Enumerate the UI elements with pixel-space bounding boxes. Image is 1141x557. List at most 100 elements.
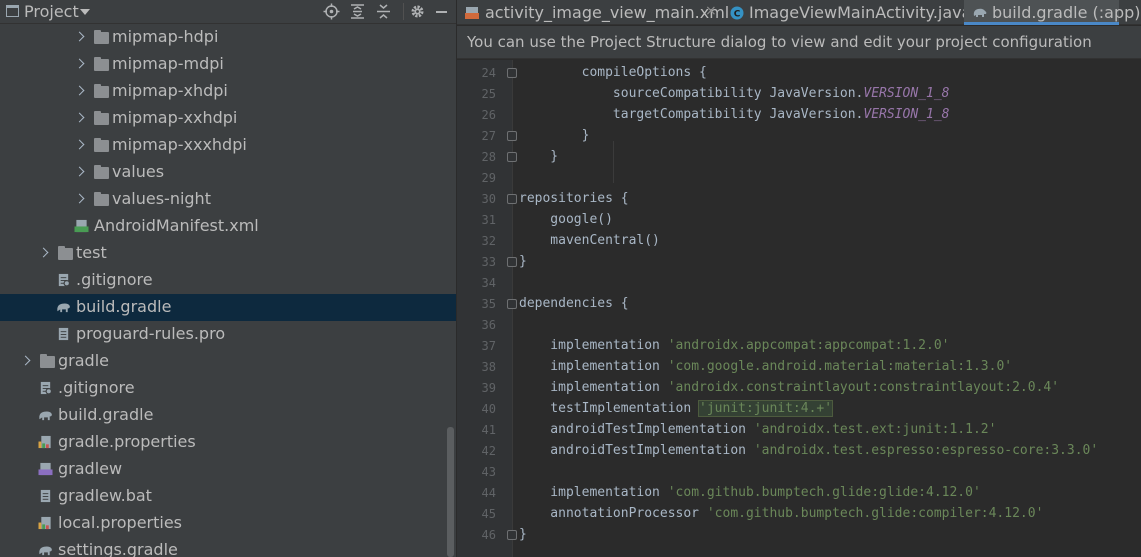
tree-item-test[interactable]: test xyxy=(0,240,456,267)
code-line: annotationProcessor 'com.github.bumptech… xyxy=(519,506,1043,521)
tree-item-label: build.gradle xyxy=(58,405,154,424)
tree-item-gradle-properties[interactable]: gradle.properties xyxy=(0,429,456,456)
code-line: } xyxy=(519,527,527,542)
chevron-right-icon[interactable] xyxy=(74,139,85,150)
code-token: implementation xyxy=(519,485,668,500)
java-class-icon: C xyxy=(730,6,744,20)
editor-tab-bar: activity_image_view_main.xml × C ImageVi… xyxy=(457,0,1141,25)
tree-item-label: proguard-rules.pro xyxy=(76,324,226,343)
close-icon[interactable]: × xyxy=(705,3,717,19)
line-number: 28 xyxy=(481,150,496,164)
fold-marker-icon[interactable] xyxy=(507,152,517,162)
code-token: annotationProcessor xyxy=(519,506,707,521)
fold-marker-icon[interactable] xyxy=(507,530,517,540)
fold-marker-icon[interactable] xyxy=(507,131,517,141)
chevron-right-icon[interactable] xyxy=(74,58,85,69)
text-file-icon xyxy=(58,327,69,341)
tree-item-mipmap-xxxhdpi[interactable]: mipmap-xxxhdpi xyxy=(0,132,456,159)
fold-marker-icon[interactable] xyxy=(507,257,517,267)
constant-token: VERSION_1_8 xyxy=(863,107,950,122)
chevron-right-icon[interactable] xyxy=(74,193,85,204)
tree-item-mipmap-xxhdpi[interactable]: mipmap-xxhdpi xyxy=(0,105,456,132)
code-token: } xyxy=(519,149,559,164)
code-token: compileOptions { xyxy=(519,65,707,80)
code-line: dependencies { xyxy=(519,296,629,311)
tree-item-label: values-night xyxy=(112,189,211,208)
tab-image-view-main-activity[interactable]: C ImageViewMainActivity.java xyxy=(724,0,971,25)
tree-item-gradlew-bat[interactable]: gradlew.bat xyxy=(0,483,456,510)
tree-item-mipmap-mdpi[interactable]: mipmap-mdpi xyxy=(0,51,456,78)
properties-file-icon xyxy=(38,435,51,449)
project-view-dropdown[interactable]: Project xyxy=(24,2,79,21)
tree-item-values-night[interactable]: values-night xyxy=(0,186,456,213)
fold-marker-icon[interactable] xyxy=(507,299,517,309)
folder-icon xyxy=(94,111,109,125)
tree-item-label: .gitignore xyxy=(58,378,135,397)
tree-item-label: gradle xyxy=(58,351,109,370)
line-number: 25 xyxy=(481,87,496,101)
code-line: repositories { xyxy=(519,191,629,206)
code-token: testImplementation xyxy=(519,401,700,416)
xml-file-icon xyxy=(465,7,479,19)
tab-activity-image-view-main[interactable]: activity_image_view_main.xml × xyxy=(457,0,729,25)
tree-item-mipmap-hdpi[interactable]: mipmap-hdpi xyxy=(0,24,456,51)
folder-icon xyxy=(94,30,109,44)
line-number: 46 xyxy=(481,528,496,542)
string-literal: 'androidx.test.espresso:espresso-core:3.… xyxy=(753,443,1099,458)
collapse-all-icon[interactable] xyxy=(375,3,392,20)
tree-item-local-properties[interactable]: local.properties xyxy=(0,510,456,537)
code-token: dependencies { xyxy=(519,296,629,311)
chevron-right-icon[interactable] xyxy=(20,355,31,366)
chevron-right-icon[interactable] xyxy=(74,112,85,123)
chevron-right-icon[interactable] xyxy=(74,31,85,42)
chevron-down-icon[interactable] xyxy=(80,9,90,15)
tree-item-proguard-rules-pro[interactable]: proguard-rules.pro xyxy=(0,321,456,348)
code-line: sourceCompatibility JavaVersion.VERSION_… xyxy=(519,86,950,101)
fold-marker-icon[interactable] xyxy=(507,68,517,78)
text-file-icon xyxy=(40,489,51,503)
tree-item-gitignore[interactable]: .gitignore xyxy=(0,375,456,402)
hide-icon[interactable] xyxy=(433,3,450,20)
expand-all-icon[interactable] xyxy=(349,3,366,20)
tree-item-label: build.gradle xyxy=(76,297,172,316)
folder-icon xyxy=(40,354,55,368)
tab-label: activity_image_view_main.xml xyxy=(485,3,730,22)
chevron-right-icon[interactable] xyxy=(74,166,85,177)
tree-item-values[interactable]: values xyxy=(0,159,456,186)
header-separator xyxy=(403,3,404,20)
tree-item-label: gradlew.bat xyxy=(58,486,152,505)
gitignore-file-icon xyxy=(40,381,53,395)
tree-scrollbar[interactable] xyxy=(447,427,454,557)
tree-item-build-gradle[interactable]: build.gradle xyxy=(0,294,456,321)
tree-item-label: .gitignore xyxy=(76,270,153,289)
line-number: 38 xyxy=(481,360,496,374)
fold-marker-icon[interactable] xyxy=(507,194,517,204)
crosshair-icon[interactable] xyxy=(323,3,340,20)
line-number: 42 xyxy=(481,444,496,458)
code-token: implementation xyxy=(519,359,668,374)
tree-item-gitignore[interactable]: .gitignore xyxy=(0,267,456,294)
gitignore-file-icon xyxy=(58,273,71,287)
code-editor[interactable]: compileOptions { sourceCompatibility Jav… xyxy=(519,60,1141,557)
string-literal: 'com.github.bumptech.glide:glide:4.12.0' xyxy=(667,485,981,500)
line-number: 35 xyxy=(481,297,496,311)
tree-item-gradlew[interactable]: gradlew xyxy=(0,456,456,483)
chevron-right-icon[interactable] xyxy=(74,85,85,96)
line-number: 32 xyxy=(481,234,496,248)
gradle-elephant-icon xyxy=(39,546,52,556)
tree-item-label: mipmap-xxhdpi xyxy=(112,108,238,127)
tree-item-mipmap-xhdpi[interactable]: mipmap-xhdpi xyxy=(0,78,456,105)
line-number-gutter: 24 25 26 27 28 29 30 31 32 33 34 35 36 37 38 39 40 41 42 43… xyxy=(457,60,517,557)
tree-item-build-gradle[interactable]: build.gradle xyxy=(0,402,456,429)
tree-item-gradle[interactable]: gradle xyxy=(0,348,456,375)
tree-item-settings-gradle[interactable]: settings.gradle xyxy=(0,537,456,557)
tree-item-label: mipmap-xxxhdpi xyxy=(112,135,247,154)
manifest-file-icon xyxy=(74,219,89,233)
chevron-right-icon[interactable] xyxy=(38,247,49,258)
tree-item-androidmanifest-xml[interactable]: AndroidManifest.xml xyxy=(0,213,456,240)
gear-icon[interactable] xyxy=(409,3,426,20)
project-tool-window: Project mipmap-hdpi mipmap-mdpi mipmap-x… xyxy=(0,0,456,557)
line-number: 24 xyxy=(481,66,496,80)
line-number: 36 xyxy=(481,318,496,332)
tab-build-gradle-app[interactable]: build.gradle (:app) xyxy=(964,0,1141,25)
